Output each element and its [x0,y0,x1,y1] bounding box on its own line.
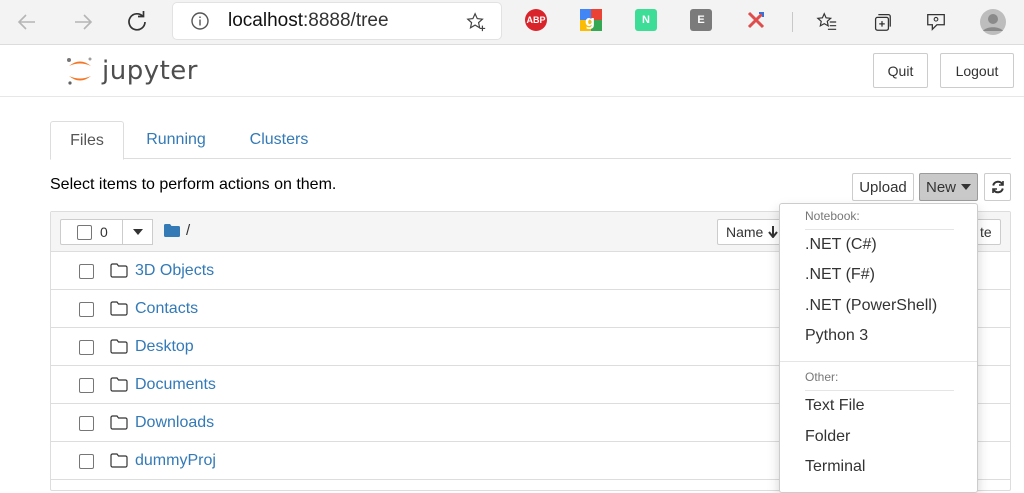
item-name-link[interactable]: Documents [135,376,216,394]
tab-clusters[interactable]: Clusters [238,121,320,159]
section-underline [805,229,954,230]
arrow-down-icon [768,226,779,238]
address-bar[interactable]: localhost:8888/tree [173,3,501,39]
e-ext-icon[interactable]: E [690,9,712,31]
favorites-list-icon [816,12,837,30]
svg-text:g: g [585,14,595,30]
select-all-checkbox[interactable] [77,225,92,240]
forward-button[interactable] [67,6,99,38]
tab-bar: Files Running Clusters [50,121,1011,160]
folder-icon [110,377,128,392]
section-underline [805,390,954,391]
collections-icon [874,14,891,31]
browser-toolbar: localhost:8888/tree ABP g N E [0,0,1024,45]
breadcrumb[interactable]: / [186,222,190,239]
feedback-icon [927,14,945,31]
logout-button[interactable]: Logout [940,53,1014,88]
item-checkbox[interactable] [79,378,94,393]
refresh-icon [128,11,146,31]
item-name-link[interactable]: Contacts [135,300,198,318]
back-button[interactable] [11,6,43,38]
caret-down-icon [132,229,143,235]
item-name-link[interactable]: Downloads [135,414,214,432]
collections-button[interactable] [866,6,898,38]
refresh-icon [991,180,1004,194]
info-icon[interactable] [190,11,210,31]
jupyter-header: jupyter Quit Logout [0,46,1024,97]
feedback-button[interactable] [920,6,952,38]
new-dropdown-menu: Notebook: .NET (C#) .NET (F#) .NET (Powe… [779,203,978,493]
avatar-icon [980,9,1006,35]
menu-item-text-file[interactable]: Text File [805,397,865,415]
folder-icon [110,339,128,354]
select-dropdown-button[interactable] [122,219,153,245]
folder-icon [110,263,128,278]
item-checkbox[interactable] [79,454,94,469]
quit-button[interactable]: Quit [873,53,928,88]
favorites-button[interactable] [811,6,843,38]
folder-icon [110,453,128,468]
notebook-section-header: Notebook: [805,209,860,223]
folder-icon [110,415,128,430]
select-instructions: Select items to perform actions on them. [50,176,337,193]
tab-files[interactable]: Files [50,121,124,160]
jupyter-logo-text: jupyter [102,56,198,86]
refresh-list-button[interactable] [984,173,1011,201]
forward-arrow-icon [75,14,93,30]
sort-name-button[interactable]: Name [717,219,787,245]
jupyter-logo-icon [67,57,92,85]
menu-divider [780,361,977,362]
menu-item-terminal[interactable]: Terminal [805,458,865,476]
new-button[interactable]: New [919,173,978,201]
menu-item-dotnet-fsharp[interactable]: .NET (F#) [805,266,875,284]
other-section-header: Other: [805,370,839,384]
item-name-link[interactable]: Desktop [135,338,194,356]
tab-running[interactable]: Running [136,121,216,159]
favorite-star-plus-icon[interactable] [465,11,487,33]
selected-count: 0 [100,224,108,240]
url-text: localhost:8888/tree [228,10,389,31]
toolbar-separator [792,12,793,32]
menu-item-folder[interactable]: Folder [805,428,850,446]
refresh-button[interactable] [121,6,153,38]
back-arrow-icon [17,14,35,30]
adblock-plus-icon[interactable]: ABP [525,9,547,31]
item-checkbox[interactable] [79,340,94,355]
item-checkbox[interactable] [79,264,94,279]
upload-button[interactable]: Upload [852,173,914,201]
profile-button[interactable] [977,6,1009,38]
menu-item-python3[interactable]: Python 3 [805,327,868,345]
item-name-link[interactable]: 3D Objects [135,262,214,280]
notion-ext-icon[interactable]: N [635,9,657,31]
jupyter-logo[interactable]: jupyter [64,55,198,87]
item-checkbox[interactable] [79,302,94,317]
caret-down-icon [961,184,971,190]
sort-last-modified-label: te [980,224,992,240]
menu-item-dotnet-powershell[interactable]: .NET (PowerShell) [805,297,937,315]
item-name-link[interactable]: dummyProj [135,452,216,470]
folder-icon [110,301,128,316]
google-translate-icon[interactable]: g [580,9,602,31]
menu-item-dotnet-csharp[interactable]: .NET (C#) [805,236,877,254]
x-ext-icon[interactable] [745,9,767,31]
sort-name-label: Name [726,224,764,240]
item-checkbox[interactable] [79,416,94,431]
new-button-label: New [925,178,956,196]
folder-filled-icon[interactable] [164,224,180,237]
